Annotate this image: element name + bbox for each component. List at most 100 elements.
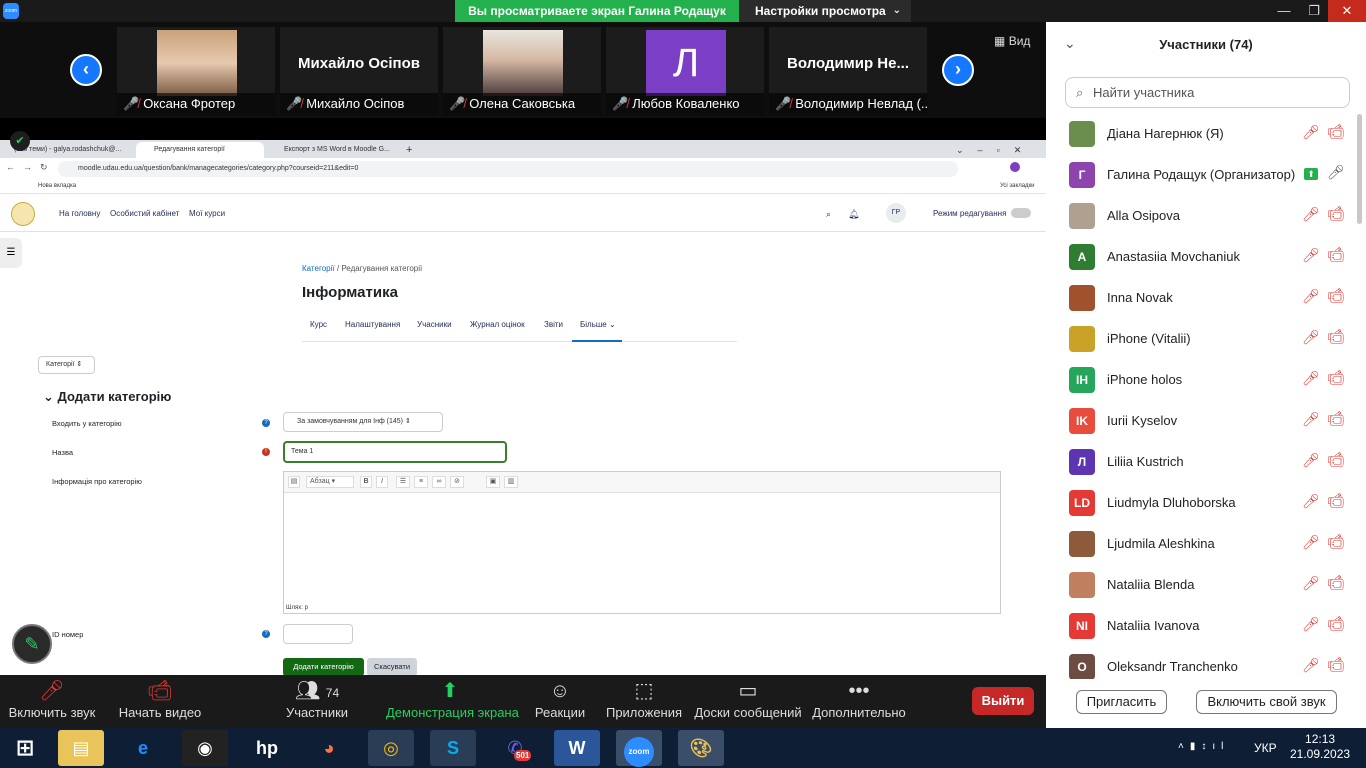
categories-select[interactable]: Категорії ⇕ [38, 356, 95, 374]
idnumber-input[interactable] [283, 624, 353, 644]
internet-explorer-icon[interactable]: e [120, 730, 166, 766]
nav-dashboard[interactable]: Особистий кабінет [110, 209, 179, 218]
form-heading[interactable]: ⌄ Додати категорію [43, 389, 171, 405]
webcam-app-icon[interactable]: ◉ [182, 730, 228, 766]
participant-search-input[interactable]: ⌕ Найти участника [1065, 77, 1350, 108]
search-icon[interactable]: ⌕ [826, 209, 831, 220]
view-settings-button[interactable]: Настройки просмотра ⌄ [739, 0, 911, 22]
video-tile[interactable]: 🎤̸ Олена Саковська [443, 27, 601, 115]
video-tile[interactable]: 🎤̸ Оксана Фротер [117, 27, 275, 115]
nav-my-courses[interactable]: Мої курси [189, 209, 225, 218]
participant-row[interactable]: Nataliia Blenda 🎤︎ 📹︎ [1046, 565, 1366, 606]
bold-icon[interactable]: B [360, 476, 372, 488]
tab-course[interactable]: Курс [310, 320, 327, 329]
paint-icon[interactable]: 🎨︎ [678, 730, 724, 766]
participants-button[interactable]: 👥︎ 74 Участники [282, 675, 352, 728]
participant-row[interactable]: Л Liliia Kustrich 🎤︎ 📹︎ [1046, 442, 1366, 483]
tray-icons[interactable]: ˄▮↕ıl [1178, 741, 1258, 752]
apps-button[interactable]: ⬚ Приложения [604, 675, 684, 728]
participant-row[interactable]: Alla Osipova 🎤︎ 📹︎ [1046, 196, 1366, 237]
bullet-list-icon[interactable]: ☰ [396, 476, 410, 488]
help-icon[interactable]: ? [262, 630, 270, 638]
profile-icon[interactable] [1010, 162, 1020, 172]
scrollbar[interactable] [1357, 114, 1362, 224]
drawer-toggle-icon[interactable]: ☰ [0, 238, 22, 268]
zoom-taskbar-icon[interactable]: zoom [616, 730, 662, 767]
participant-row[interactable]: IK Iurii Kyselov 🎤︎ 📹︎ [1046, 401, 1366, 442]
link-icon[interactable]: ∞ [432, 476, 446, 488]
more-button[interactable]: ••• Дополнительно [812, 675, 906, 728]
italic-icon[interactable]: I [376, 476, 388, 488]
video-tile[interactable]: Володимир Не... 🎤̸ Володимир Невлад (... [769, 27, 927, 115]
close-window-button[interactable]: ✕ [1328, 0, 1366, 22]
media-icon[interactable]: ▥ [504, 476, 518, 488]
unmute-button[interactable]: 🎤︎ Включить звук [6, 675, 98, 728]
chrome-icon[interactable]: ◎ [368, 730, 414, 766]
new-tab-button[interactable]: + [400, 142, 418, 158]
participant-row[interactable]: A Anastasiia Movchaniuk 🎤︎ 📹︎ [1046, 237, 1366, 278]
file-explorer-icon[interactable]: ▤ [58, 730, 104, 766]
name-input[interactable]: Тема 1 [283, 441, 507, 463]
invite-button[interactable]: Пригласить [1076, 690, 1167, 714]
hp-icon[interactable]: hp [244, 730, 290, 766]
edit-mode-toggle[interactable] [1011, 208, 1031, 218]
whiteboards-button[interactable]: ▭ Доски сообщений [694, 675, 802, 728]
share-screen-button[interactable]: ⬆ Демонстрация экрана [386, 675, 519, 728]
tab-gradebook[interactable]: Журнал оцінок [470, 320, 525, 329]
skype-icon[interactable]: S [430, 730, 476, 766]
viber-icon[interactable]: ✆ 501 [492, 730, 538, 766]
prev-page-button[interactable]: ‹ [70, 54, 102, 86]
clock[interactable]: 12:13 21.09.2023 [1290, 732, 1350, 762]
tab-more[interactable]: Більше ⌄ [580, 320, 616, 329]
next-page-button[interactable]: › [942, 54, 974, 86]
moodle-logo[interactable] [11, 202, 35, 226]
tab-participants[interactable]: Учасники [417, 320, 452, 329]
participant-row[interactable]: Inna Novak 🎤︎ 📹︎ [1046, 278, 1366, 319]
browser-window-controls[interactable]: ⌄–▫✕ [950, 142, 1040, 158]
paragraph-format-select[interactable]: Абзац ▾ [306, 476, 354, 488]
video-tile[interactable]: Л 🎤̸ Любов Коваленко [606, 27, 764, 115]
participant-row[interactable]: LD Liudmyla Dluhoborska 🎤︎ 📹︎ [1046, 483, 1366, 524]
rich-text-editor[interactable]: ▤ Абзац ▾ B I ☰ ≡ ∞ ⊘ ▣ ▥ Шлях: p [283, 471, 1001, 614]
participant-row[interactable]: Г Галина Родащук (Организатор) ⬆ 🎤︎ [1046, 155, 1366, 196]
annotate-pencil-button[interactable]: ✎ [12, 624, 52, 664]
participant-row[interactable]: iPhone (Vitalii) 🎤︎ 📹︎ [1046, 319, 1366, 360]
unmute-self-button[interactable]: Включить свой звук [1196, 690, 1337, 714]
firefox-icon[interactable]: ◕ [306, 730, 352, 766]
browser-tab[interactable]: Експорт з MS Word в Moodle G... [268, 142, 394, 158]
tab-reports[interactable]: Звіти [544, 320, 563, 329]
word-icon[interactable]: W [554, 730, 600, 766]
unlink-icon[interactable]: ⊘ [450, 476, 464, 488]
windows-start-icon[interactable]: ⊞ [2, 730, 48, 766]
bookmark-item[interactable]: Нова вкладка [38, 183, 76, 189]
numbered-list-icon[interactable]: ≡ [414, 476, 428, 488]
participant-row[interactable]: NI Nataliia Ivanova 🎤︎ 📹︎ [1046, 606, 1366, 647]
parent-category-select[interactable]: За замовчуванням для Інф (145) ⇕ [283, 412, 443, 432]
participant-row[interactable]: O Oleksandr Tranchenko 🎤︎ 📹︎ [1046, 647, 1366, 679]
leave-button[interactable]: Выйти [972, 687, 1034, 715]
tab-settings[interactable]: Налаштування [345, 320, 400, 329]
help-icon[interactable]: ? [262, 419, 270, 427]
breadcrumb-link[interactable]: Категорії [302, 264, 335, 273]
user-avatar[interactable]: ГР [886, 203, 906, 223]
cancel-button[interactable]: Скасувати [367, 658, 417, 675]
tile-caption: Михайло Осіпов [306, 96, 405, 111]
add-category-button[interactable]: Додати категорію [283, 658, 364, 675]
maximize-button[interactable]: ❐ [1296, 0, 1332, 22]
nav-home[interactable]: На головну [59, 209, 100, 218]
toolbar-toggle-icon[interactable]: ▤ [288, 476, 300, 488]
address-bar[interactable]: moodle.udau.edu.ua/question/bank/managec… [58, 161, 958, 177]
browser-tab-active[interactable]: Редагування категорії [136, 142, 264, 158]
reactions-button[interactable]: ☺ Реакции [532, 675, 588, 728]
bell-icon[interactable]: 🔔︎ [848, 209, 859, 220]
nav-arrows-icon[interactable]: ←→↻ [6, 162, 56, 173]
all-bookmarks[interactable]: Усі закладки [1000, 183, 1035, 189]
participant-row[interactable]: IH iPhone holos 🎤︎ 📹︎ [1046, 360, 1366, 401]
input-language[interactable]: УКР [1254, 741, 1277, 755]
participant-row[interactable]: Діана Нагернюк (Я) 🎤︎ 📹︎ [1046, 114, 1366, 155]
start-video-button[interactable]: 📹︎ Начать видео [116, 675, 204, 728]
image-icon[interactable]: ▣ [486, 476, 500, 488]
video-tile[interactable]: Михайло Осіпов 🎤̸ Михайло Осіпов [280, 27, 438, 115]
participant-row[interactable]: Ljudmila Aleshkina 🎤︎ 📹︎ [1046, 524, 1366, 565]
view-button[interactable]: ▦ Вид [994, 34, 1030, 48]
